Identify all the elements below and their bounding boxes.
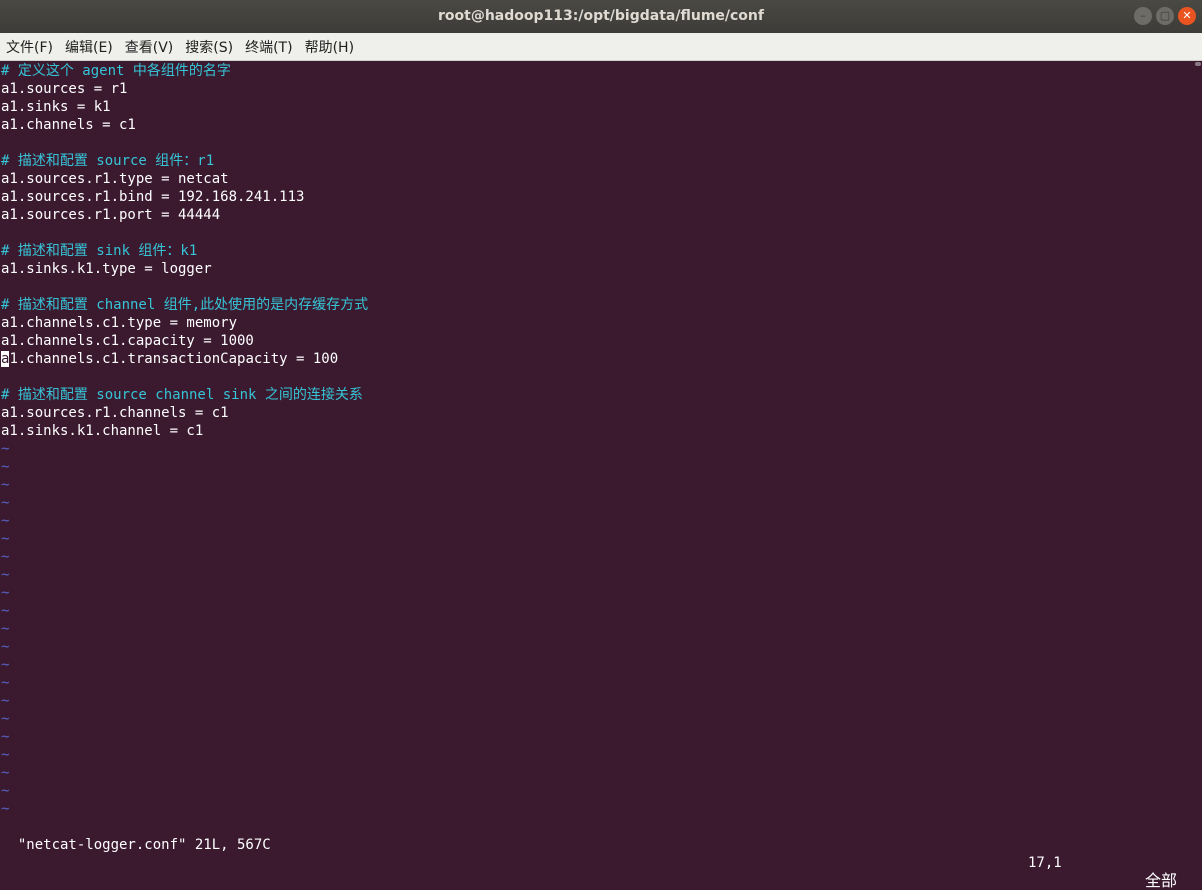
menu-file[interactable]: 文件(F)	[0, 37, 59, 57]
code-line: a1.sources.r1.channels = c1	[1, 405, 229, 421]
code-line: a1.channels.c1.capacity = 1000	[1, 333, 254, 349]
window-title: root@hadoop113:/opt/bigdata/flume/conf	[438, 8, 764, 24]
code-line: a1.sources = r1	[1, 81, 128, 97]
cursor-position: 17,1	[1028, 855, 1062, 871]
empty-line-marker: ~	[1, 477, 10, 493]
code-line: a1.sinks.k1.channel = c1	[1, 423, 204, 439]
comment-line: # 描述和配置 source 组件：r1	[1, 153, 215, 169]
empty-line-marker: ~	[1, 621, 10, 637]
maximize-button[interactable]: ▢	[1156, 7, 1174, 25]
editor-lines[interactable]: # 定义这个 agent 中各组件的名字 a1.sources = r1 a1.si…	[1, 62, 368, 818]
empty-line-marker: ~	[1, 657, 10, 673]
empty-line-marker: ~	[1, 675, 10, 691]
window-controls: – ▢ ✕	[1134, 7, 1196, 25]
title-bar: root@hadoop113:/opt/bigdata/flume/conf –…	[0, 0, 1202, 33]
empty-line-marker: ~	[1, 567, 10, 583]
scrollbar-thumb[interactable]	[1195, 62, 1201, 66]
empty-line-marker: ~	[1, 639, 10, 655]
menu-view[interactable]: 查看(V)	[119, 37, 180, 57]
empty-line-marker: ~	[1, 693, 10, 709]
empty-line-marker: ~	[1, 513, 10, 529]
close-button[interactable]: ✕	[1178, 7, 1196, 25]
code-line: a1.channels = c1	[1, 117, 136, 133]
empty-line-marker: ~	[1, 729, 10, 745]
empty-line-marker: ~	[1, 495, 10, 511]
empty-line-marker: ~	[1, 711, 10, 727]
minimize-button[interactable]: –	[1134, 7, 1152, 25]
empty-line-marker: ~	[1, 531, 10, 547]
menu-edit[interactable]: 编辑(E)	[59, 37, 119, 57]
status-line: "netcat-logger.conf" 21L, 567C 17,1 全部	[1, 818, 1191, 890]
menu-search[interactable]: 搜索(S)	[179, 37, 239, 57]
menu-help[interactable]: 帮助(H)	[299, 37, 360, 57]
empty-line-marker: ~	[1, 783, 10, 799]
code-line: a1.sources.r1.port = 44444	[1, 207, 221, 223]
code-line: a1.sources.r1.bind = 192.168.241.113	[1, 189, 305, 205]
code-line: a1.sources.r1.type = netcat	[1, 171, 229, 187]
scrollbar[interactable]	[1192, 61, 1202, 836]
menu-terminal[interactable]: 终端(T)	[239, 37, 298, 57]
comment-line: # 描述和配置 sink 组件：k1	[1, 243, 198, 259]
empty-line-marker: ~	[1, 765, 10, 781]
empty-line-marker: ~	[1, 747, 10, 763]
empty-line-marker: ~	[1, 441, 10, 457]
empty-line-marker: ~	[1, 459, 10, 475]
empty-line-marker: ~	[1, 801, 10, 817]
empty-line-marker: ~	[1, 585, 10, 601]
file-info: "netcat-logger.conf" 21L, 567C	[17, 837, 271, 853]
empty-line-marker: ~	[1, 603, 10, 619]
code-text: 1.channels.c1.transactionCapacity = 100	[9, 351, 339, 367]
empty-line-marker: ~	[1, 549, 10, 565]
code-line: a1.channels.c1.transactionCapacity = 100	[1, 350, 368, 368]
scroll-indicator: 全部	[1145, 871, 1178, 890]
code-line: a1.channels.c1.type = memory	[1, 315, 238, 331]
comment-line: # 描述和配置 source channel sink 之间的连接关系	[1, 387, 363, 403]
menu-bar: 文件(F) 编辑(E) 查看(V) 搜索(S) 终端(T) 帮助(H)	[0, 33, 1202, 61]
comment-line: # 定义这个 agent 中各组件的名字	[1, 63, 231, 79]
code-line: a1.sinks = k1	[1, 99, 111, 115]
comment-line: # 描述和配置 channel 组件,此处使用的是内存缓存方式	[1, 297, 369, 313]
code-line: a1.sinks.k1.type = logger	[1, 261, 212, 277]
